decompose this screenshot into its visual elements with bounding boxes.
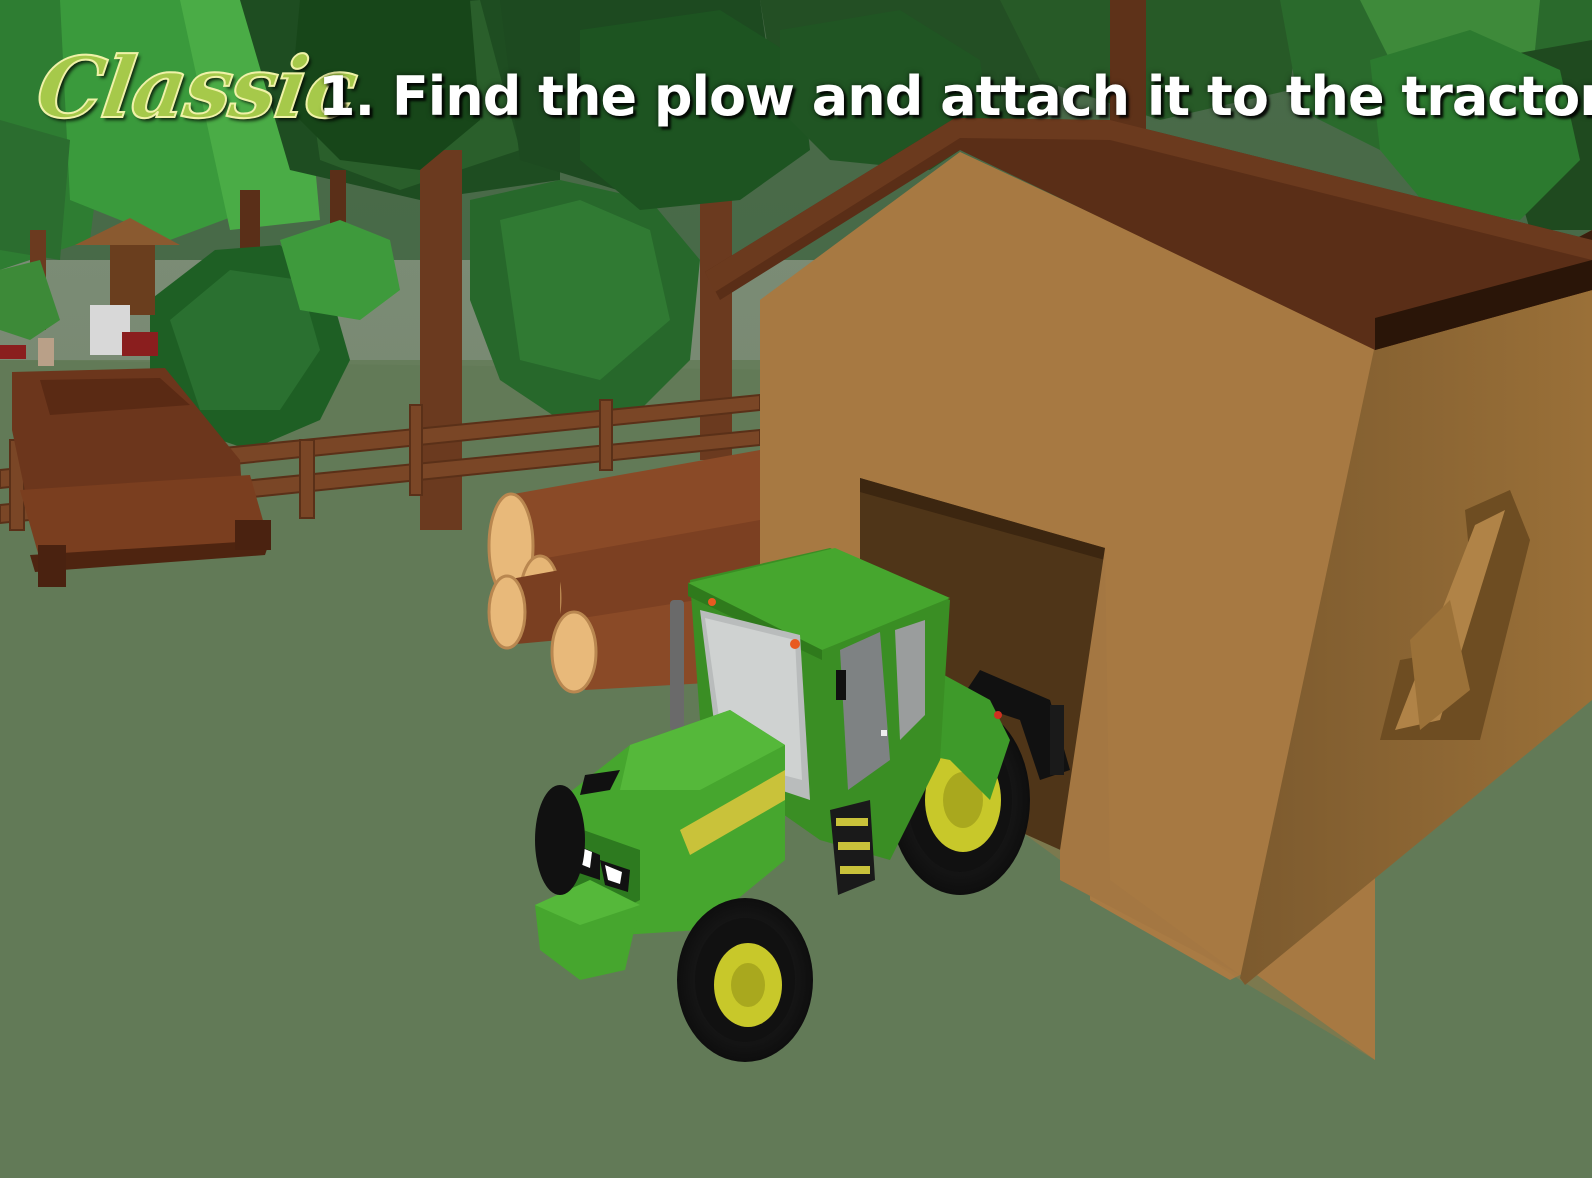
tractor-front-wheel	[677, 898, 813, 1062]
scene-canvas	[0, 0, 1592, 1178]
game-viewport[interactable]	[0, 0, 1592, 1178]
